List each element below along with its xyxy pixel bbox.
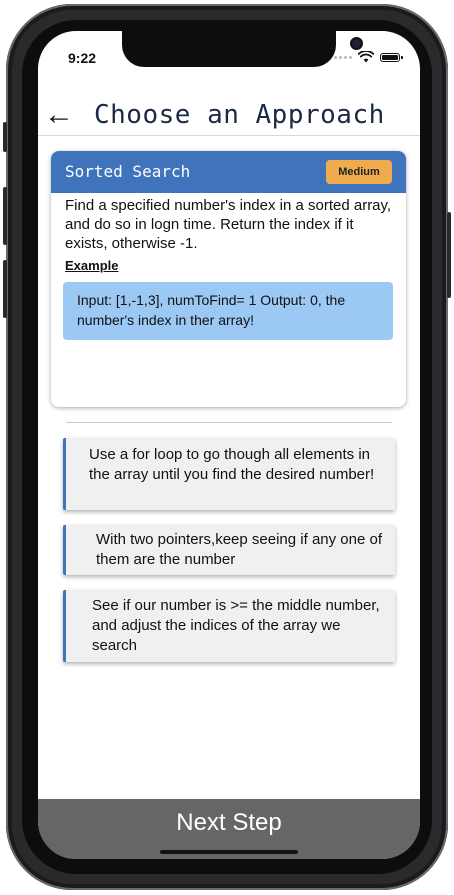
approach-option-binary-search[interactable]: See if our number is >= the middle numbe…	[63, 590, 395, 662]
next-step-label: Next Step	[176, 809, 282, 836]
battery-icon	[380, 52, 403, 62]
status-time: 9:22	[68, 50, 97, 66]
header-divider	[38, 135, 420, 136]
approach-option-two-pointers[interactable]: With two pointers,keep seeing if any one…	[63, 525, 395, 575]
status-icons	[334, 51, 403, 63]
approach-option-linear[interactable]: Use a for loop to go though all elements…	[63, 438, 395, 510]
app-screen: 9:22 ← Choose an Approach Sorted Search …	[38, 31, 420, 859]
problem-card: Sorted Search Medium Find a specified nu…	[51, 151, 406, 407]
example-box: Input: [1,-1,3], numToFind= 1 Output: 0,…	[63, 282, 393, 340]
volume-down-button	[3, 260, 7, 318]
problem-title: Sorted Search	[65, 162, 191, 181]
volume-up-button	[3, 187, 7, 245]
home-indicator	[160, 850, 298, 854]
section-divider	[66, 422, 392, 423]
arrow-left-icon[interactable]: ←	[44, 93, 74, 137]
front-camera	[352, 39, 361, 48]
example-label: Example	[65, 258, 119, 273]
page-title: Choose an Approach	[94, 100, 385, 130]
power-button	[447, 212, 451, 298]
notch	[122, 31, 361, 67]
wifi-icon	[358, 51, 374, 63]
difficulty-badge: Medium	[326, 160, 392, 184]
app-header: ← Choose an Approach	[38, 93, 420, 137]
signal-dots-icon	[334, 55, 352, 59]
problem-card-header: Sorted Search Medium	[51, 151, 406, 193]
mute-switch	[3, 122, 7, 152]
problem-description: Find a specified number's index in a sor…	[65, 197, 392, 252]
